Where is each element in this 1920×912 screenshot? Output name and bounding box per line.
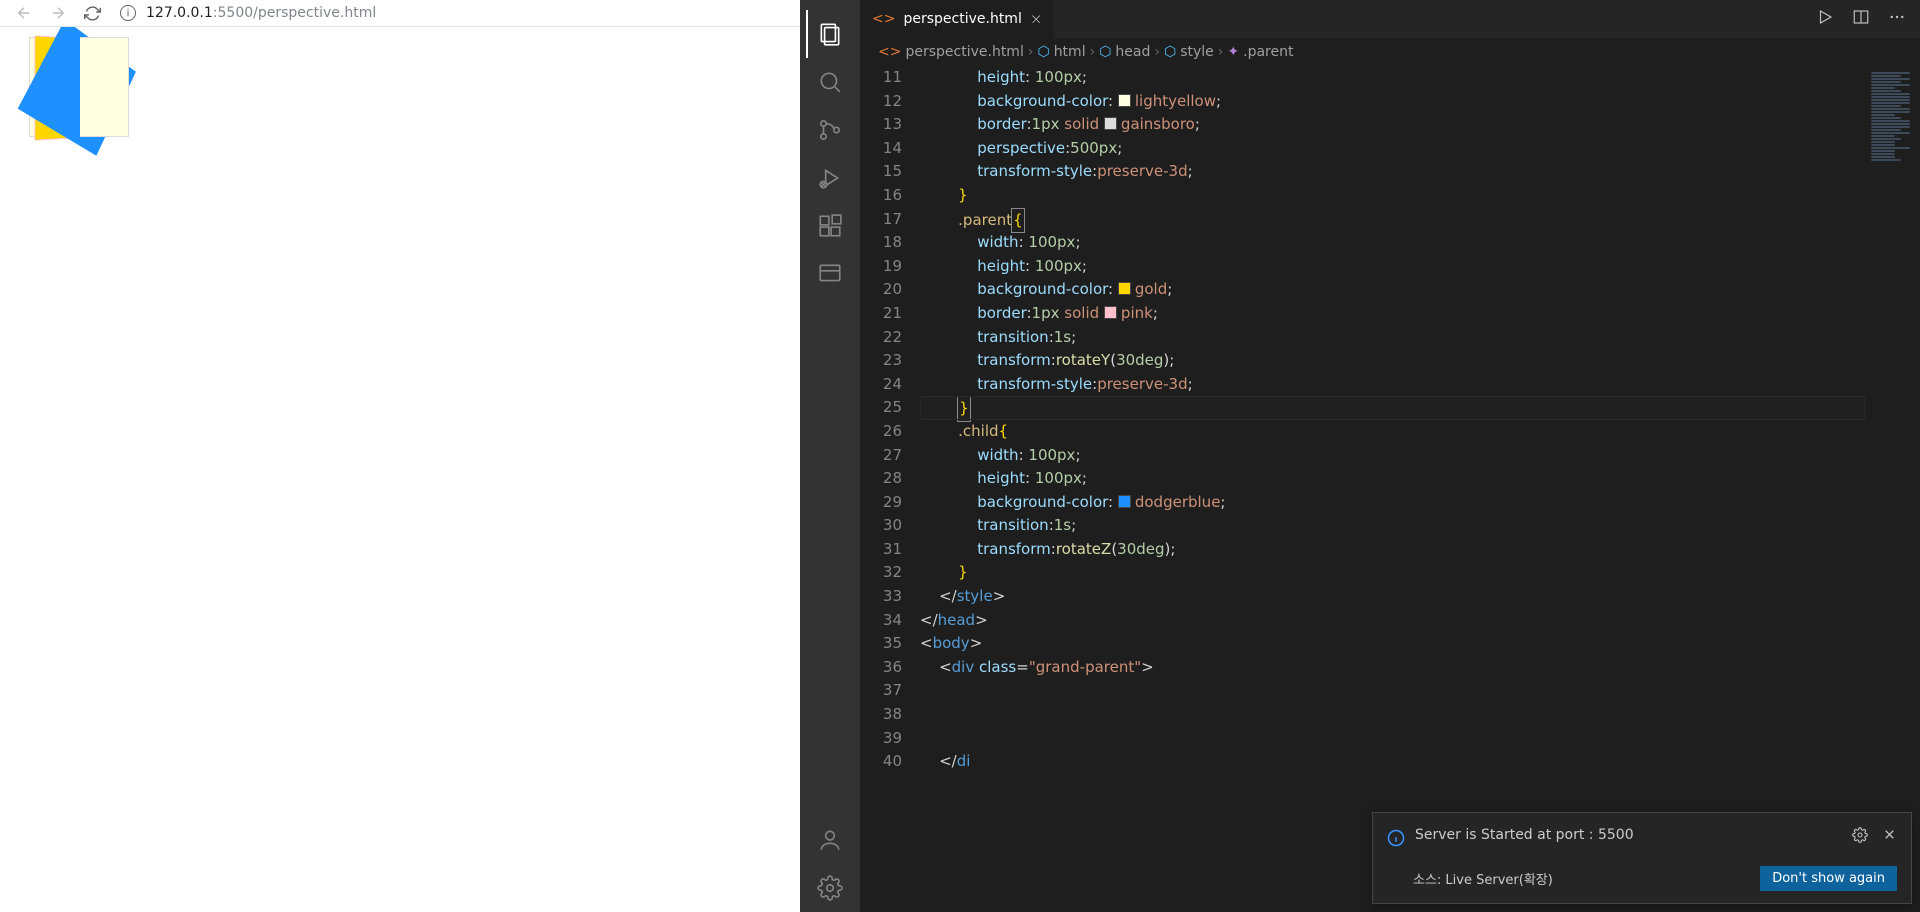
split-editor-icon[interactable] bbox=[1852, 8, 1870, 30]
tab-close-icon[interactable]: × bbox=[1030, 10, 1043, 28]
line-gutter: 1112131415161718192021222324252627282930… bbox=[860, 66, 920, 912]
browser-viewport bbox=[0, 27, 800, 912]
dont-show-again-button[interactable]: Don't show again bbox=[1760, 866, 1897, 891]
notification-toast: Server is Started at port : 5500 소스: Liv… bbox=[1372, 812, 1912, 904]
notification-close-icon[interactable] bbox=[1882, 827, 1897, 847]
breadcrumb-head[interactable]: head bbox=[1115, 44, 1150, 60]
breadcrumb-file[interactable]: perspective.html bbox=[905, 44, 1023, 60]
vscode-pane: <> perspective.html × <> perspective.htm… bbox=[800, 0, 1920, 912]
chevron-right-icon: › bbox=[1028, 44, 1034, 60]
reload-button[interactable] bbox=[78, 1, 106, 25]
search-icon[interactable] bbox=[806, 58, 854, 106]
breadcrumb-html[interactable]: html bbox=[1054, 44, 1086, 60]
account-icon[interactable] bbox=[806, 816, 854, 864]
activity-bar bbox=[800, 0, 860, 912]
editor-area: <> perspective.html × <> perspective.htm… bbox=[860, 0, 1920, 912]
explorer-icon[interactable] bbox=[806, 10, 854, 58]
tab-bar: <> perspective.html × bbox=[860, 0, 1920, 38]
tab-filename: perspective.html bbox=[903, 11, 1021, 27]
tab-perspective-html[interactable]: <> perspective.html × bbox=[860, 0, 1055, 38]
preview-child bbox=[18, 27, 136, 156]
url-path: /perspective.html bbox=[253, 5, 376, 21]
preview-parent bbox=[34, 35, 121, 140]
site-info-icon[interactable]: i bbox=[120, 5, 136, 21]
live-server-icon[interactable] bbox=[806, 250, 854, 298]
notification-settings-icon[interactable] bbox=[1852, 827, 1868, 847]
run-icon[interactable] bbox=[1816, 8, 1834, 30]
breadcrumb-parent[interactable]: .parent bbox=[1243, 44, 1293, 60]
breadcrumb-style[interactable]: style bbox=[1180, 44, 1214, 60]
editor-actions bbox=[1816, 0, 1920, 38]
forward-button[interactable] bbox=[44, 1, 72, 25]
notification-message: Server is Started at port : 5500 bbox=[1415, 827, 1634, 843]
browser-toolbar: i 127.0.0.1:5500/perspective.html bbox=[0, 0, 800, 27]
url-host: 127.0.0.1 bbox=[146, 5, 213, 21]
chevron-right-icon: › bbox=[1090, 44, 1096, 60]
preview-grand-parent bbox=[29, 37, 129, 137]
url-port: :5500 bbox=[213, 5, 253, 21]
symbol-icon: ⬡ bbox=[1164, 44, 1176, 60]
symbol-icon: ⬡ bbox=[1099, 44, 1111, 60]
address-bar[interactable]: 127.0.0.1:5500/perspective.html bbox=[146, 5, 376, 21]
info-icon bbox=[1387, 829, 1405, 851]
settings-gear-icon[interactable] bbox=[806, 864, 854, 912]
chevron-right-icon: › bbox=[1218, 44, 1224, 60]
breadcrumb[interactable]: <> perspective.html › ⬡ html › ⬡ head › … bbox=[860, 38, 1920, 66]
html-file-icon: <> bbox=[872, 11, 895, 27]
source-control-icon[interactable] bbox=[806, 106, 854, 154]
back-button[interactable] bbox=[10, 1, 38, 25]
extensions-icon[interactable] bbox=[806, 202, 854, 250]
debug-icon[interactable] bbox=[806, 154, 854, 202]
symbol-icon: ✦ bbox=[1227, 44, 1239, 60]
symbol-icon: ⬡ bbox=[1037, 44, 1049, 60]
minimap[interactable] bbox=[1865, 66, 1920, 912]
more-actions-icon[interactable] bbox=[1888, 8, 1906, 30]
chevron-right-icon: › bbox=[1154, 44, 1160, 60]
code-editor[interactable]: 1112131415161718192021222324252627282930… bbox=[860, 66, 1920, 912]
code-content[interactable]: height: 100px; background-color: lightye… bbox=[920, 66, 1865, 912]
html-file-icon: <> bbox=[878, 44, 901, 60]
browser-pane: i 127.0.0.1:5500/perspective.html bbox=[0, 0, 800, 912]
